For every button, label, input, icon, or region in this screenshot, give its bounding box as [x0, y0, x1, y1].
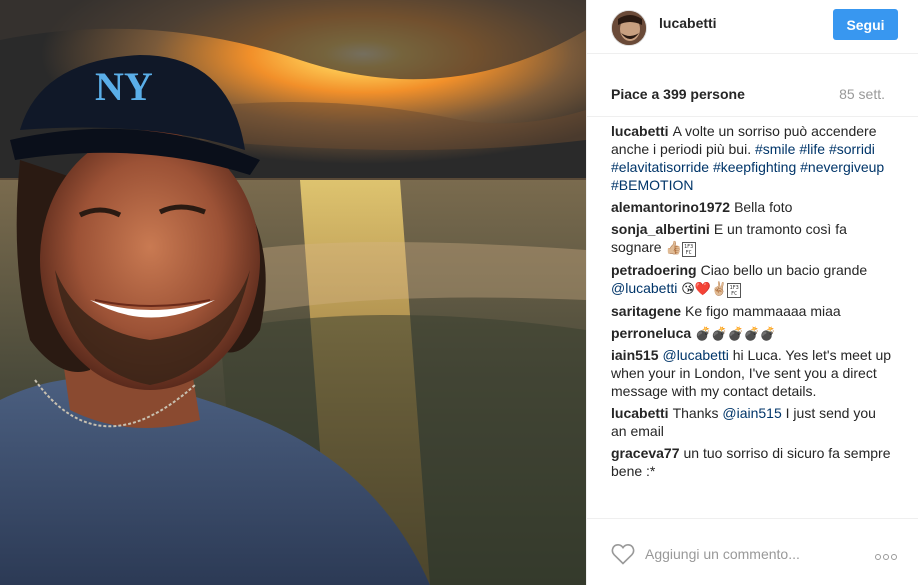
list-item: lucabetti Thanks @iain515 I just send you… [611, 404, 893, 440]
missing-glyph-box: 1F3FC [727, 283, 742, 298]
comment-user[interactable]: iain515 [611, 347, 658, 363]
ny-logo: NY [95, 64, 153, 109]
bomb-icon: 💣💣💣💣💣 [695, 326, 777, 341]
comment-user[interactable]: lucabetti [611, 405, 669, 421]
username-link[interactable]: lucabetti [659, 15, 717, 31]
list-item: iain515 @lucabetti hi Luca. Yes let's mee… [611, 346, 893, 400]
list-item: saritagene Ke figo mammaaaa miaa [611, 302, 893, 320]
comment-text: Thanks [672, 405, 719, 421]
list-item: graceva77 un tuo sorriso di sicuro fa sem… [611, 444, 893, 480]
more-options-icon[interactable] [875, 547, 901, 560]
kiss-heart-peace-icon: 😘❤️✌🏼 [681, 281, 728, 296]
instagram-post-modal: NY lucabetti Segui Piace a 399 persone 8… [0, 0, 918, 585]
mention-link[interactable]: @lucabetti [662, 347, 728, 363]
hashtag[interactable]: #BEMOTION [611, 177, 693, 193]
avatar[interactable] [611, 10, 647, 46]
comment-text: Bella foto [734, 199, 793, 215]
likes-count[interactable]: Piace a 399 persone [611, 86, 745, 102]
list-item: alemantorino1972 Bella foto [611, 198, 893, 216]
post-side-panel: lucabetti Segui Piace a 399 persone 85 s… [586, 0, 918, 585]
hashtag[interactable]: #life [799, 141, 825, 157]
comment-text: Ciao bello un bacio grande [700, 262, 868, 278]
hashtag[interactable]: #nevergiveup [800, 159, 884, 175]
post-age[interactable]: 85 sett. [839, 86, 885, 102]
caption: lucabetti A volte un sorriso può accender… [611, 122, 893, 194]
list-item: perroneluca 💣💣💣💣💣 [611, 324, 893, 342]
post-photo[interactable]: NY [0, 0, 586, 585]
mention-link[interactable]: @iain515 [722, 405, 781, 421]
comment-user[interactable]: lucabetti [611, 123, 669, 139]
dot [883, 554, 889, 560]
mention-link[interactable]: @lucabetti [611, 280, 677, 296]
hashtag[interactable]: #elavitatisorride [611, 159, 709, 175]
comment-text: Ke figo mammaaaa miaa [685, 303, 841, 319]
comment-user[interactable]: petradoering [611, 262, 697, 278]
sunset-selfie-photo: NY [0, 0, 586, 585]
follow-button[interactable]: Segui [833, 9, 898, 40]
comment-user[interactable]: sonja_albertini [611, 221, 710, 237]
list-item: petradoering Ciao bello un bacio grande @… [611, 261, 893, 298]
dot [891, 554, 897, 560]
post-header: lucabetti Segui [587, 0, 918, 54]
hashtag[interactable]: #smile [755, 141, 795, 157]
hashtag[interactable]: #keepfighting [713, 159, 796, 175]
dot [875, 554, 881, 560]
comment-user[interactable]: alemantorino1972 [611, 199, 730, 215]
missing-glyph-box: 1F3FC [681, 242, 696, 257]
comment-input[interactable] [645, 543, 851, 565]
hashtag[interactable]: #sorridi [829, 141, 875, 157]
likes-row: Piace a 399 persone 85 sett. [587, 55, 918, 117]
comment-user[interactable]: saritagene [611, 303, 681, 319]
comment-user[interactable]: perroneluca [611, 325, 691, 341]
heart-icon[interactable] [611, 543, 635, 565]
post-footer [587, 518, 918, 585]
thumbs-up-icon: 👍🏼 [665, 240, 682, 255]
comments-list[interactable]: lucabetti A volte un sorriso può accender… [611, 122, 893, 518]
list-item: sonja_albertini E un tramonto così fa sog… [611, 220, 893, 257]
comment-user[interactable]: graceva77 [611, 445, 680, 461]
